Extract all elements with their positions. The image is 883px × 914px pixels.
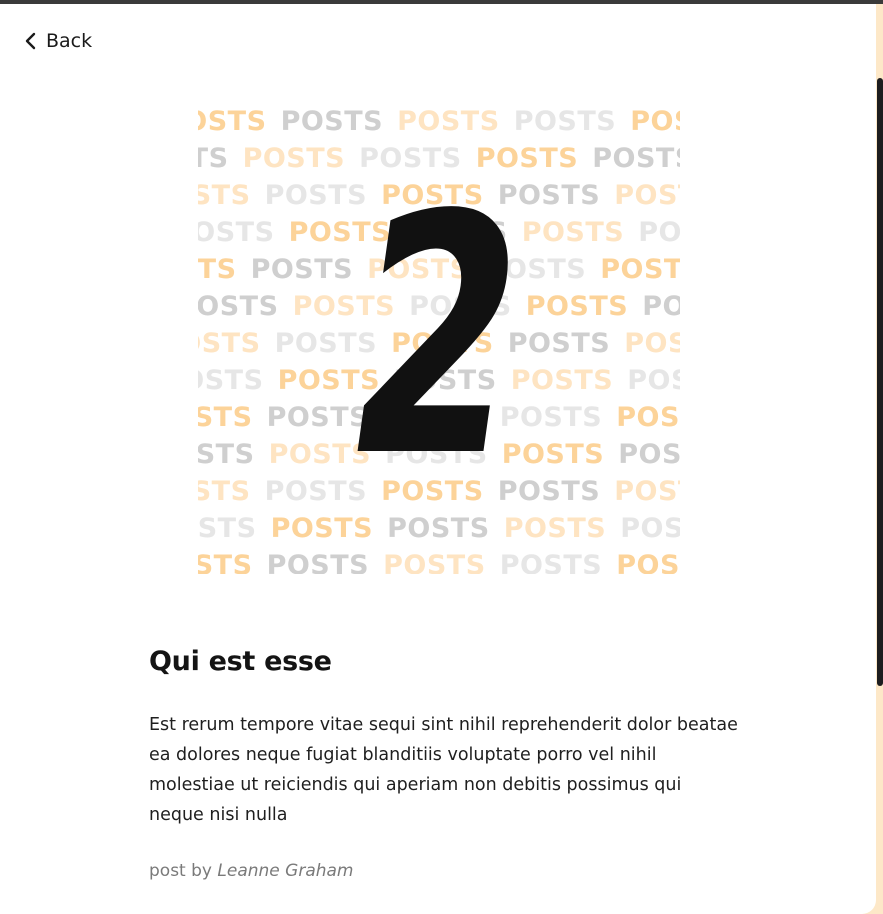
cover-pattern-word: POSTS — [397, 110, 500, 137]
cover-pattern-word: POSTS — [198, 217, 275, 248]
cover-pattern-word: POSTS — [250, 254, 354, 285]
cover-pattern-word: POSTS — [618, 439, 680, 470]
cover-pattern-word: POSTS — [266, 550, 370, 574]
cover-pattern-word: POSTS — [198, 550, 253, 574]
cover-pattern-word: POSTS — [525, 291, 629, 322]
cover-pattern-word: POSTS — [198, 328, 261, 359]
cover-pattern-word: POSTS — [521, 217, 625, 248]
post-body: Est rerum tempore vitae sequi sint nihil… — [149, 715, 738, 825]
cover-pattern-word: POSTS — [624, 328, 680, 359]
cover-pattern-word: POSTS — [630, 110, 680, 137]
cover-pattern-word: POSTS — [198, 110, 267, 137]
cover-pattern-row: POSTSPOSTSPOSTSPOSTSPOSTSPOSTSPOSTS — [198, 550, 680, 574]
back-label: Back — [46, 30, 93, 52]
back-button[interactable]: Back — [24, 30, 92, 52]
cover-pattern-word: POSTS — [638, 217, 680, 248]
cover-pattern-word: POSTS — [616, 402, 680, 433]
cover-pattern-word: POSTS — [614, 476, 680, 507]
cover-pattern-word: POSTS — [198, 180, 251, 211]
cover-pattern-word: POSTS — [642, 291, 680, 322]
cover-pattern-word: POSTS — [264, 180, 368, 211]
cover-pattern-word: POSTS — [242, 143, 346, 174]
cover-pattern-word: POSTS — [614, 180, 680, 211]
cover-pattern-word: POSTS — [198, 513, 257, 544]
cover-pattern-word: POSTS — [198, 143, 229, 174]
cover-pattern-word: POSTS — [513, 110, 617, 137]
cover-pattern-word: POSTS — [616, 550, 680, 574]
cover-pattern-word: POSTS — [620, 513, 680, 544]
cover-pattern-word: POSTS — [627, 365, 680, 396]
cover-pattern-word: POSTS — [503, 513, 607, 544]
cover-pattern-word: POSTS — [383, 550, 486, 574]
cover-pattern-word: POSTS — [198, 291, 279, 322]
post-author: Leanne Graham — [217, 861, 354, 881]
chevron-left-icon — [25, 32, 36, 50]
cover-pattern-word: POSTS — [198, 365, 264, 396]
scrollbar-thumb[interactable] — [877, 78, 883, 686]
cover-pattern-word: POSTS — [501, 439, 605, 470]
cover-pattern-word: POSTS — [198, 254, 237, 285]
post-title: Qui est esse — [149, 646, 332, 677]
cover-pattern-word: POSTS — [499, 550, 603, 574]
post-byline: post by Leanne Graham — [149, 861, 353, 881]
cover-pattern-word: POSTS — [198, 402, 253, 433]
cover-pattern-word: POSTS — [280, 110, 384, 137]
cover-pattern-word: POSTS — [198, 476, 251, 507]
cover-pattern-word: POSTS — [510, 365, 614, 396]
cover-pattern-word: POSTS — [592, 143, 680, 174]
cover-pattern-word: POSTS — [499, 402, 603, 433]
byline-prefix: post by — [149, 861, 212, 881]
cover-pattern-word: POSTS — [198, 439, 255, 470]
cover-pattern-word: POSTS — [507, 328, 611, 359]
cover-pattern-word: POSTS — [600, 254, 680, 285]
cover-pattern-word: POSTS — [497, 476, 601, 507]
post-detail-panel: Back POSTS POSTS POSTS POSTS POSTS POSTS POSTS… — [0, 4, 876, 914]
cover-pattern-row: POSTSPOSTSPOSTSPOSTSPOSTSPOSTSPOSTS — [198, 110, 680, 137]
